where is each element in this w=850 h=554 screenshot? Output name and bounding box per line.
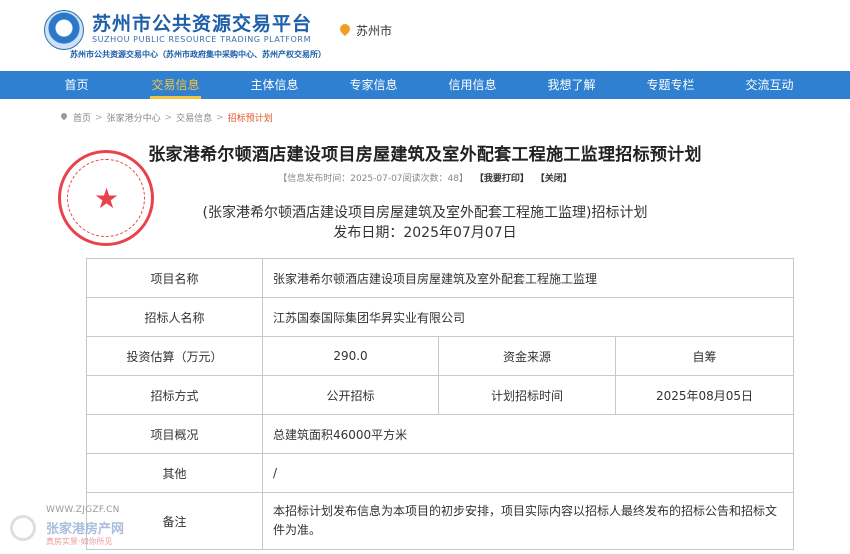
watermark: WWW.ZJGZF.CN 张家港房产网 真房实景·如你所见 [10,503,140,551]
location-pin-icon [340,24,350,38]
platform-subtitle: 苏州市公共资源交易中心（苏州市政府集中采购中心、苏州产权交易所） [70,50,326,59]
breadcrumb-current[interactable]: 招标预计划 [228,111,273,124]
investment-label: 投资估算（万元） [86,336,263,376]
nav-item-trade-info[interactable]: 交易信息 [126,71,225,99]
plan-time-value: 2025年08月05日 [615,375,794,415]
close-link[interactable]: 【关闭】 [536,174,572,184]
table-row: 项目名称 张家港希尔顿酒店建设项目房屋建筑及室外配套工程施工监理 [86,258,794,298]
watermark-logo-icon [10,515,36,541]
nav-item-credit-info[interactable]: 信用信息 [423,71,522,99]
main-nav: 首页 交易信息 主体信息 专家信息 信用信息 我想了解 专题专栏 交流互动 [0,71,850,99]
location-selector[interactable]: 苏州市 [340,22,392,39]
overview-label: 项目概况 [86,414,263,454]
watermark-url: WWW.ZJGZF.CN [46,505,120,515]
overview-value: 总建筑面积46000平方米 [262,414,794,454]
nav-item-learn-more[interactable]: 我想了解 [522,71,621,99]
breadcrumb-trade-info[interactable]: 交易信息 [176,111,212,124]
project-name-value: 张家港希尔顿酒店建设项目房屋建筑及室外配套工程施工监理 [262,258,794,298]
investment-value: 290.0 [262,336,439,376]
tender-method-value: 公开招标 [262,375,439,415]
nav-item-home[interactable]: 首页 [27,71,126,99]
tenderer-value: 江苏国泰国际集团华昇实业有限公司 [262,297,794,337]
tender-plan-table: 项目名称 张家港希尔顿酒店建设项目房屋建筑及室外配套工程施工监理 招标人名称 江… [86,258,794,550]
watermark-slogan: 真房实景·如你所见 [46,537,113,546]
tenderer-label: 招标人名称 [86,297,263,337]
location-label: 苏州市 [356,24,393,38]
breadcrumb: 首页 > 张家港分中心 > 交易信息 > 招标预计划 [60,111,273,125]
plan-subtitle: (张家港希尔顿酒店建设项目房屋建筑及室外配套工程施工监理)招标计划 [202,205,648,221]
other-label: 其他 [86,453,263,493]
breadcrumb-separator: > [164,112,173,123]
other-value: / [262,453,794,493]
breadcrumb-separator: > [95,112,103,123]
table-row: 其他 / [86,453,794,493]
watermark-name: 张家港房产网 [46,522,125,537]
page-title: 张家港希尔顿酒店建设项目房屋建筑及室外配套工程施工监理招标预计划 [148,145,702,165]
nav-item-interaction[interactable]: 交流互动 [720,71,819,99]
table-row: 备注 本招标计划发布信息为本项目的初步安排，项目实际内容以招标人最终发布的招标公… [86,492,794,550]
breadcrumb-location-icon [60,113,69,123]
article-meta: 【信息发布时间：2025-07-07阅读次数：48】 【我要打印】 【关闭】 [0,171,850,184]
plan-time-label: 计划招标时间 [438,375,616,415]
platform-logo-icon[interactable] [44,10,84,50]
breadcrumb-branch[interactable]: 张家港分中心 [107,111,161,124]
site-header: 苏州市公共资源交易平台 SUZHOU PUBLIC RESOURCE TRADI… [0,0,850,70]
nav-item-special-topics[interactable]: 专题专栏 [621,71,720,99]
table-row: 投资估算（万元） 290.0 资金来源 自筹 [86,336,794,376]
table-row: 招标人名称 江苏国泰国际集团华昇实业有限公司 [86,297,794,337]
publish-date: 发布日期：2025年07月07日 [333,225,517,241]
breadcrumb-separator: > [216,112,224,123]
table-row: 招标方式 公开招标 计划招标时间 2025年08月05日 [86,375,794,415]
remark-value: 本招标计划发布信息为本项目的初步安排，项目实际内容以招标人最终发布的招标公告和招… [262,492,794,550]
platform-title[interactable]: 苏州市公共资源交易平台 [92,9,312,36]
breadcrumb-home[interactable]: 首页 [73,111,91,124]
fund-source-label: 资金来源 [438,336,616,376]
print-link[interactable]: 【我要打印】 [475,174,529,184]
publish-info: 【信息发布时间：2025-07-07阅读次数：48】 [278,174,468,184]
platform-english-title: SUZHOU PUBLIC RESOURCE TRADING PLATFORM [92,35,312,44]
nav-item-subject-info[interactable]: 主体信息 [225,71,324,99]
table-row: 项目概况 总建筑面积46000平方米 [86,414,794,454]
fund-source-value: 自筹 [615,336,794,376]
project-name-label: 项目名称 [86,258,263,298]
nav-item-expert-info[interactable]: 专家信息 [324,71,423,99]
tender-method-label: 招标方式 [86,375,263,415]
